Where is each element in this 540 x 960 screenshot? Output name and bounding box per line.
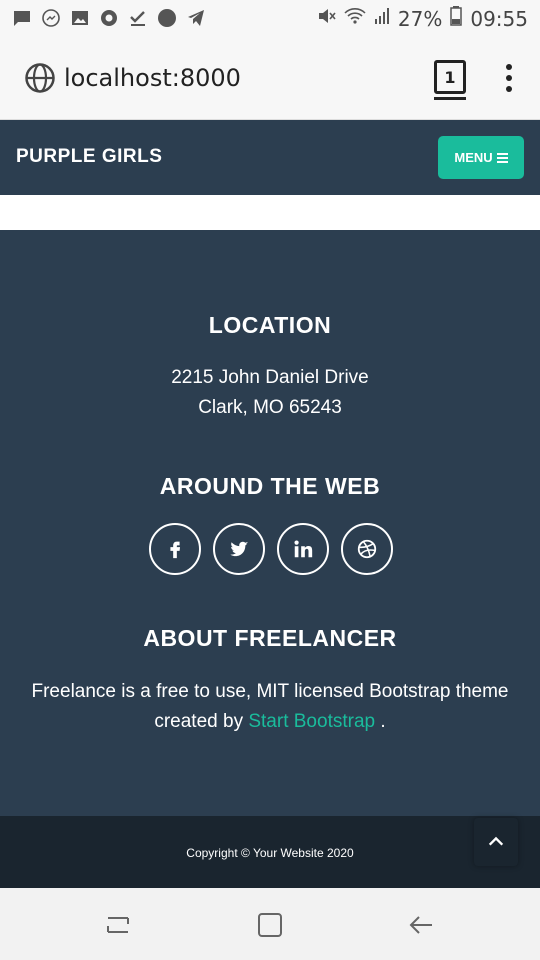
notification-icons xyxy=(12,8,206,28)
scroll-to-top-button[interactable] xyxy=(474,818,518,866)
copyright-bar: Copyright © Your Website 2020 xyxy=(0,816,540,888)
back-icon[interactable] xyxy=(406,910,436,940)
chrome-icon xyxy=(99,8,119,28)
menu-label: MENU xyxy=(454,150,493,165)
home-icon[interactable] xyxy=(255,910,285,940)
wifi-icon xyxy=(344,6,366,31)
clock: 09:55 xyxy=(470,6,528,31)
around-web-title: AROUND THE WEB xyxy=(159,473,381,499)
more-options-icon[interactable] xyxy=(500,64,518,94)
mute-icon xyxy=(316,6,336,31)
site-footer: LOCATION 2215 John Daniel Drive Clark, M… xyxy=(0,230,540,816)
telegram-icon xyxy=(186,8,206,28)
message-icon xyxy=(12,8,32,28)
social-links xyxy=(149,523,393,575)
dribbble-icon[interactable] xyxy=(341,523,393,575)
linkedin-icon[interactable] xyxy=(277,523,329,575)
globe-icon xyxy=(24,62,56,94)
check-icon xyxy=(128,8,148,28)
battery-percent: 27% xyxy=(397,6,443,31)
location-title: LOCATION xyxy=(208,312,332,338)
menu-button[interactable]: MENU xyxy=(438,136,524,179)
about-title: ABOUT FREELANCER xyxy=(143,625,397,651)
facebook-icon[interactable] xyxy=(149,523,201,575)
signal-icon xyxy=(374,6,390,31)
image-icon xyxy=(70,8,90,28)
site-brand[interactable]: PURPLE GIRLS xyxy=(16,146,162,168)
about-line-2-prefix: created by xyxy=(154,711,244,732)
address-line-2: Clark, MO 65243 xyxy=(198,397,342,418)
battery-icon xyxy=(450,6,463,31)
tab-switcher-underline xyxy=(434,97,466,100)
chevron-up-icon xyxy=(488,836,504,846)
copyright-text: Copyright © Your Website 2020 xyxy=(186,846,354,860)
about-line-2: created by Start Bootstrap . xyxy=(0,711,540,733)
tab-switcher-button[interactable]: 1 xyxy=(434,60,466,94)
about-line-2-suffix: . xyxy=(380,711,386,732)
circle-icon xyxy=(157,8,177,28)
twitter-icon[interactable] xyxy=(213,523,265,575)
page-content-gap xyxy=(0,195,540,230)
address-line-1: 2215 John Daniel Drive xyxy=(171,367,369,388)
status-bar: 27% 09:55 xyxy=(0,0,540,38)
recent-apps-icon[interactable] xyxy=(104,910,134,940)
messenger-icon xyxy=(41,8,61,28)
system-status: 27% 09:55 xyxy=(316,6,528,31)
about-line-1: Freelance is a free to use, MIT licensed… xyxy=(31,681,509,702)
android-navigation-bar xyxy=(0,888,540,960)
url-field[interactable]: localhost:8000 xyxy=(64,64,241,92)
browser-address-bar: localhost:8000 1 xyxy=(0,38,540,120)
start-bootstrap-link[interactable]: Start Bootstrap xyxy=(248,711,375,732)
site-navbar: PURPLE GIRLS MENU xyxy=(0,120,540,195)
hamburger-icon xyxy=(496,151,508,165)
